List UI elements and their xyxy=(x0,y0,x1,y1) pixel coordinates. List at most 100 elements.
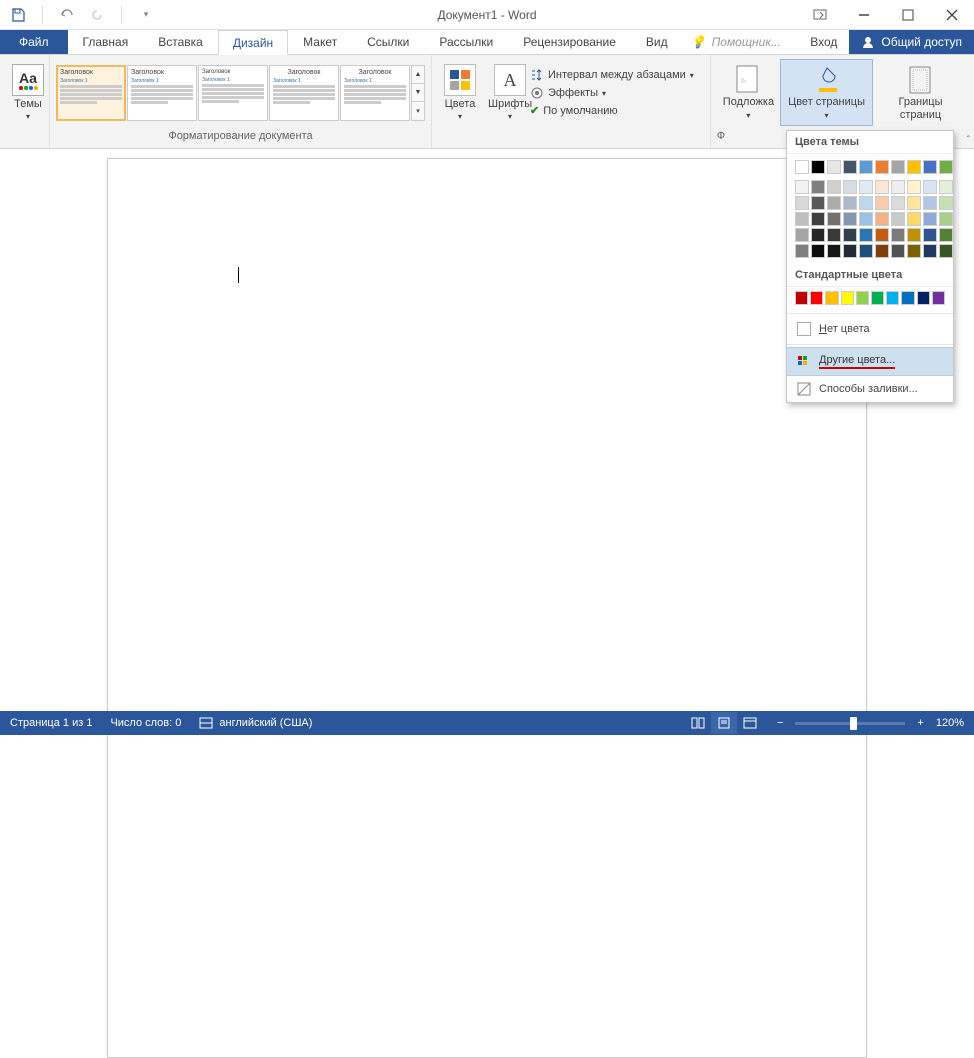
tab-design[interactable]: Дизайн xyxy=(218,30,288,55)
color-swatch[interactable] xyxy=(795,180,809,194)
color-swatch[interactable] xyxy=(827,228,841,242)
color-swatch[interactable] xyxy=(891,212,905,226)
color-swatch[interactable] xyxy=(827,212,841,226)
style-tile[interactable]: ЗаголовокЗаголовок 1 xyxy=(56,65,126,121)
style-tile[interactable]: ЗаголовокЗаголовок 1 xyxy=(340,65,410,121)
tab-view[interactable]: Вид xyxy=(631,30,683,54)
color-swatch[interactable] xyxy=(859,180,873,194)
color-swatch[interactable] xyxy=(891,160,905,174)
color-swatch[interactable] xyxy=(795,196,809,210)
color-swatch[interactable] xyxy=(827,180,841,194)
page-color-button[interactable]: Цвет страницы ▾ xyxy=(780,59,873,125)
color-swatch[interactable] xyxy=(811,160,825,174)
redo-icon[interactable] xyxy=(89,7,105,23)
color-swatch[interactable] xyxy=(907,244,921,258)
qat-customize-icon[interactable]: ▾ xyxy=(138,7,154,23)
color-swatch[interactable] xyxy=(811,244,825,258)
tab-insert[interactable]: Вставка xyxy=(143,30,218,54)
color-swatch[interactable] xyxy=(859,212,873,226)
zoom-slider[interactable] xyxy=(795,722,905,725)
no-color-item[interactable]: Нет цвета xyxy=(787,316,953,342)
print-layout-button[interactable] xyxy=(711,712,737,734)
color-swatch[interactable] xyxy=(811,212,825,226)
zoom-level[interactable]: 120% xyxy=(936,717,964,729)
more-colors-item[interactable]: Другие цвета... xyxy=(787,347,953,376)
color-swatch[interactable] xyxy=(923,160,937,174)
color-swatch[interactable] xyxy=(891,196,905,210)
tab-references[interactable]: Ссылки xyxy=(352,30,424,54)
color-swatch[interactable] xyxy=(827,196,841,210)
watermark-button[interactable]: A Подложка▾ xyxy=(717,60,780,124)
tell-me-search[interactable]: 💡 Помощник... xyxy=(691,30,781,54)
color-swatch[interactable] xyxy=(939,180,953,194)
color-swatch[interactable] xyxy=(907,196,921,210)
status-language[interactable]: английский (США) xyxy=(199,717,312,729)
tab-file[interactable]: Файл xyxy=(0,30,68,54)
style-gallery[interactable]: ЗаголовокЗаголовок 1 ЗаголовокЗаголовок … xyxy=(56,65,425,121)
style-tile[interactable]: ЗаголовокЗаголовок 1 xyxy=(127,65,197,121)
color-swatch[interactable] xyxy=(841,291,854,305)
color-swatch[interactable] xyxy=(891,180,905,194)
color-swatch[interactable] xyxy=(923,212,937,226)
color-swatch[interactable] xyxy=(811,228,825,242)
colors-button[interactable]: Цвета ▾ xyxy=(438,60,482,125)
color-swatch[interactable] xyxy=(939,212,953,226)
page-borders-button[interactable]: Границы страниц xyxy=(873,60,968,124)
color-swatch[interactable] xyxy=(827,160,841,174)
color-swatch[interactable] xyxy=(810,291,823,305)
read-mode-button[interactable] xyxy=(685,712,711,734)
effects-button[interactable]: Эффекты ▾ xyxy=(530,86,694,100)
zoom-out-button[interactable]: − xyxy=(773,717,787,729)
color-swatch[interactable] xyxy=(843,196,857,210)
color-swatch[interactable] xyxy=(891,228,905,242)
collapse-ribbon-icon[interactable]: ˆ xyxy=(967,135,970,146)
color-swatch[interactable] xyxy=(795,160,809,174)
color-swatch[interactable] xyxy=(843,228,857,242)
style-tile[interactable]: ЗаголовокЗаголовок 1 xyxy=(198,65,268,121)
web-layout-button[interactable] xyxy=(737,712,763,734)
page[interactable] xyxy=(107,158,867,1058)
status-page[interactable]: Страница 1 из 1 xyxy=(10,717,92,729)
color-swatch[interactable] xyxy=(939,196,953,210)
color-swatch[interactable] xyxy=(811,196,825,210)
color-swatch[interactable] xyxy=(875,228,889,242)
themes-button[interactable]: Aa Темы ▾ xyxy=(6,62,50,123)
color-swatch[interactable] xyxy=(795,291,808,305)
sign-in-button[interactable]: Вход xyxy=(798,30,849,54)
tab-home[interactable]: Главная xyxy=(68,30,144,54)
color-swatch[interactable] xyxy=(907,228,921,242)
tab-layout[interactable]: Макет xyxy=(288,30,352,54)
color-swatch[interactable] xyxy=(932,291,945,305)
color-swatch[interactable] xyxy=(825,291,838,305)
set-default-button[interactable]: ✔ По умолчанию xyxy=(530,104,694,117)
color-swatch[interactable] xyxy=(827,244,841,258)
color-swatch[interactable] xyxy=(811,180,825,194)
color-swatch[interactable] xyxy=(923,244,937,258)
tab-mailings[interactable]: Рассылки xyxy=(424,30,508,54)
color-swatch[interactable] xyxy=(886,291,899,305)
gallery-down-icon[interactable]: ▼ xyxy=(412,84,424,102)
save-icon[interactable] xyxy=(10,7,26,23)
style-tile[interactable]: ЗаголовокЗаголовок 1 xyxy=(269,65,339,121)
color-swatch[interactable] xyxy=(875,160,889,174)
color-swatch[interactable] xyxy=(843,160,857,174)
zoom-in-button[interactable]: + xyxy=(913,717,927,729)
color-swatch[interactable] xyxy=(907,180,921,194)
color-swatch[interactable] xyxy=(939,160,953,174)
color-swatch[interactable] xyxy=(871,291,884,305)
color-swatch[interactable] xyxy=(856,291,869,305)
color-swatch[interactable] xyxy=(875,196,889,210)
undo-icon[interactable] xyxy=(59,7,75,23)
ribbon-display-icon[interactable] xyxy=(798,1,842,29)
gallery-scroll[interactable]: ▲▼▾ xyxy=(411,65,425,121)
color-swatch[interactable] xyxy=(795,212,809,226)
color-swatch[interactable] xyxy=(843,244,857,258)
color-swatch[interactable] xyxy=(901,291,914,305)
gallery-more-icon[interactable]: ▾ xyxy=(412,102,424,119)
minimize-button[interactable] xyxy=(842,1,886,29)
color-swatch[interactable] xyxy=(843,212,857,226)
color-swatch[interactable] xyxy=(795,228,809,242)
color-swatch[interactable] xyxy=(795,244,809,258)
share-button[interactable]: Общий доступ xyxy=(849,30,974,54)
color-swatch[interactable] xyxy=(859,196,873,210)
